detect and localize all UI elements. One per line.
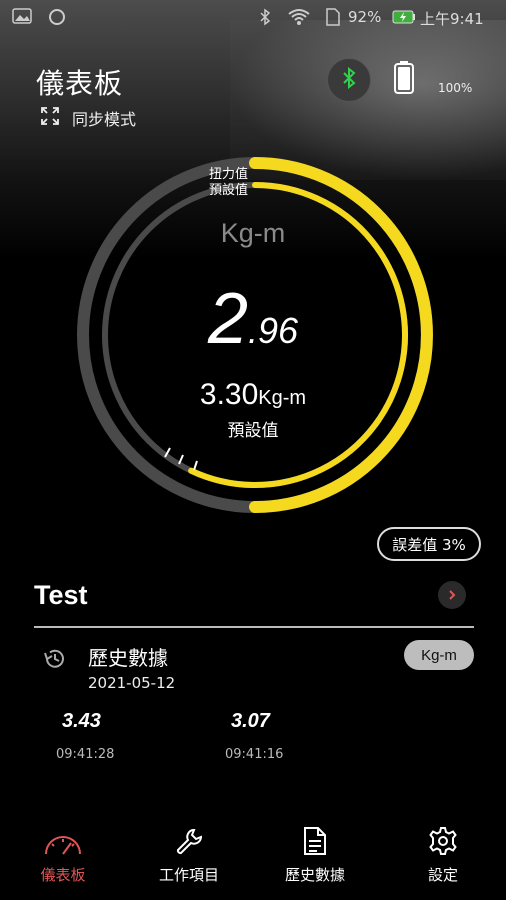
- clock: 上午9:41: [420, 10, 484, 28]
- chevron-right-icon: [446, 586, 458, 605]
- torque-value-int: 2: [207, 279, 248, 359]
- expand-icon: [40, 106, 60, 130]
- battery-percent: 92%: [348, 8, 382, 26]
- document-icon: [252, 822, 378, 856]
- error-tolerance-badge[interactable]: 誤差值 3%: [377, 527, 481, 561]
- nav-item-history[interactable]: 歷史數據: [252, 822, 378, 885]
- record-value: 3.07: [231, 710, 270, 732]
- bluetooth-button[interactable]: [327, 58, 371, 102]
- gauge-icon: [0, 822, 126, 856]
- nav-item-tasks[interactable]: 工作項目: [126, 822, 252, 885]
- bluetooth-status-icon: [258, 8, 272, 30]
- history-title: 歷史數據: [88, 646, 168, 670]
- record-time: 09:41:28: [56, 747, 115, 762]
- sync-status-icon: [48, 8, 66, 30]
- nav-label: 設定: [427, 866, 458, 884]
- section-detail-button[interactable]: [438, 581, 466, 609]
- nav-item-settings[interactable]: 設定: [380, 822, 506, 885]
- history-record[interactable]: 3.43 09:41:28: [56, 710, 114, 762]
- section-title: Test: [34, 580, 88, 610]
- page-title: 儀表板: [36, 67, 124, 100]
- sim-icon: [325, 8, 341, 30]
- preset-label: 預設值: [227, 421, 279, 441]
- record-time: 09:41:16: [225, 747, 284, 762]
- device-battery-percent: 100%: [438, 81, 473, 95]
- wrench-icon: [126, 822, 252, 856]
- section-divider: [34, 626, 474, 628]
- history-record[interactable]: 3.07 09:41:16: [225, 710, 283, 762]
- wifi-icon: [288, 8, 310, 30]
- bottom-nav: 儀表板 工作項目 歷史數據 設定: [0, 822, 506, 900]
- battery-charging-icon: [392, 10, 416, 28]
- preset-number: 3.30: [199, 378, 259, 411]
- sync-mode-label: 同步模式: [72, 110, 137, 129]
- torque-label: 扭力值: [209, 166, 248, 182]
- history-icon: [42, 646, 68, 676]
- nav-label: 工作項目: [158, 866, 219, 884]
- nav-item-dashboard[interactable]: 儀表板: [0, 822, 126, 885]
- nav-label: 儀表板: [40, 866, 86, 884]
- device-battery-icon: [393, 60, 415, 94]
- history-date: 2021-05-12: [88, 674, 176, 692]
- image-icon: [12, 8, 32, 28]
- preset-unit: Kg-m: [258, 387, 307, 409]
- nav-label: 歷史數據: [284, 866, 345, 884]
- torque-value-dec: .96: [248, 310, 299, 351]
- sync-mode-button[interactable]: 同步模式: [40, 106, 136, 130]
- gauge-unit: Kg-m: [220, 218, 286, 248]
- bluetooth-icon: [341, 66, 357, 93]
- gear-icon: [380, 822, 506, 856]
- preset-label-small: 預設值: [209, 182, 248, 198]
- record-value: 3.43: [62, 710, 101, 732]
- unit-toggle[interactable]: Kg-m: [404, 640, 474, 670]
- status-bar: 92% 上午9:41: [0, 0, 506, 36]
- torque-value: 2.96: [0, 278, 506, 360]
- preset-value: 3.30Kg-m: [0, 378, 506, 412]
